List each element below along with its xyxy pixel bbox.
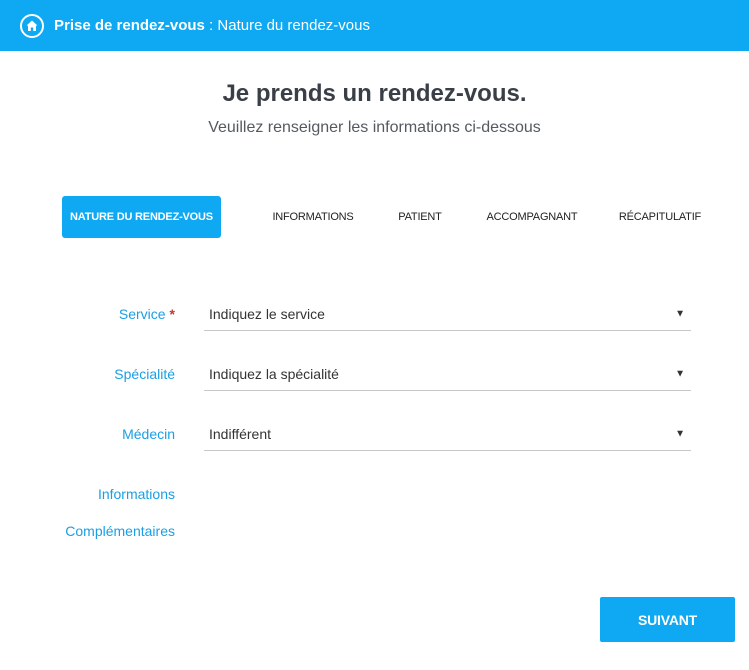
next-button[interactable]: SUIVANT bbox=[600, 597, 735, 642]
page-title: Je prends un rendez-vous. bbox=[222, 80, 527, 107]
info-label-line2: Complémentaires bbox=[65, 523, 175, 539]
medecin-label: Médecin bbox=[122, 426, 175, 442]
chevron-down-icon: ▼ bbox=[675, 308, 685, 319]
specialite-select[interactable]: Indiquez la spécialité ▼ bbox=[204, 357, 691, 391]
medecin-select-value: Indifférent bbox=[209, 425, 272, 442]
step-patient[interactable]: PATIENT bbox=[390, 196, 450, 238]
service-label-text: Service bbox=[118, 306, 166, 322]
info-label-line1: Informations bbox=[97, 486, 175, 502]
specialite-row: Spécialité Indiquez la spécialité ▼ bbox=[0, 356, 749, 396]
top-bar: Prise de rendez-vous : Nature du rendez-… bbox=[0, 0, 749, 51]
service-select[interactable]: Indiquez le service ▼ bbox=[204, 297, 691, 331]
step-accompagnant[interactable]: ACCOMPAGNANT bbox=[482, 196, 582, 238]
step-nature[interactable]: NATURE DU RENDEZ-VOUS bbox=[62, 196, 221, 238]
medecin-select[interactable]: Indifférent ▼ bbox=[204, 417, 691, 451]
service-row: Service * Indiquez le service ▼ bbox=[0, 296, 749, 336]
page-breadcrumb: Prise de rendez-vous : Nature du rendez-… bbox=[54, 17, 370, 34]
step-informations[interactable]: INFORMATIONS bbox=[268, 196, 358, 238]
service-label: Service * bbox=[119, 306, 175, 322]
step-recapitulatif[interactable]: RÉCAPITULATIF bbox=[614, 196, 706, 238]
chevron-down-icon: ▼ bbox=[675, 428, 685, 439]
required-mark: * bbox=[169, 306, 175, 322]
chevron-down-icon: ▼ bbox=[675, 368, 685, 379]
wizard-steps: NATURE DU RENDEZ-VOUS INFORMATIONS PATIE… bbox=[0, 196, 749, 238]
home-icon[interactable] bbox=[20, 13, 44, 38]
breadcrumb-subtitle: : Nature du rendez-vous bbox=[204, 17, 370, 34]
page-subtitle: Veuillez renseigner les informations ci-… bbox=[208, 119, 541, 136]
specialite-label: Spécialité bbox=[114, 366, 175, 382]
medecin-row: Médecin Indifférent ▼ bbox=[0, 416, 749, 456]
specialite-select-value: Indiquez la spécialité bbox=[209, 365, 339, 382]
breadcrumb-title: Prise de rendez-vous bbox=[54, 17, 205, 34]
service-select-value: Indiquez le service bbox=[209, 305, 325, 322]
